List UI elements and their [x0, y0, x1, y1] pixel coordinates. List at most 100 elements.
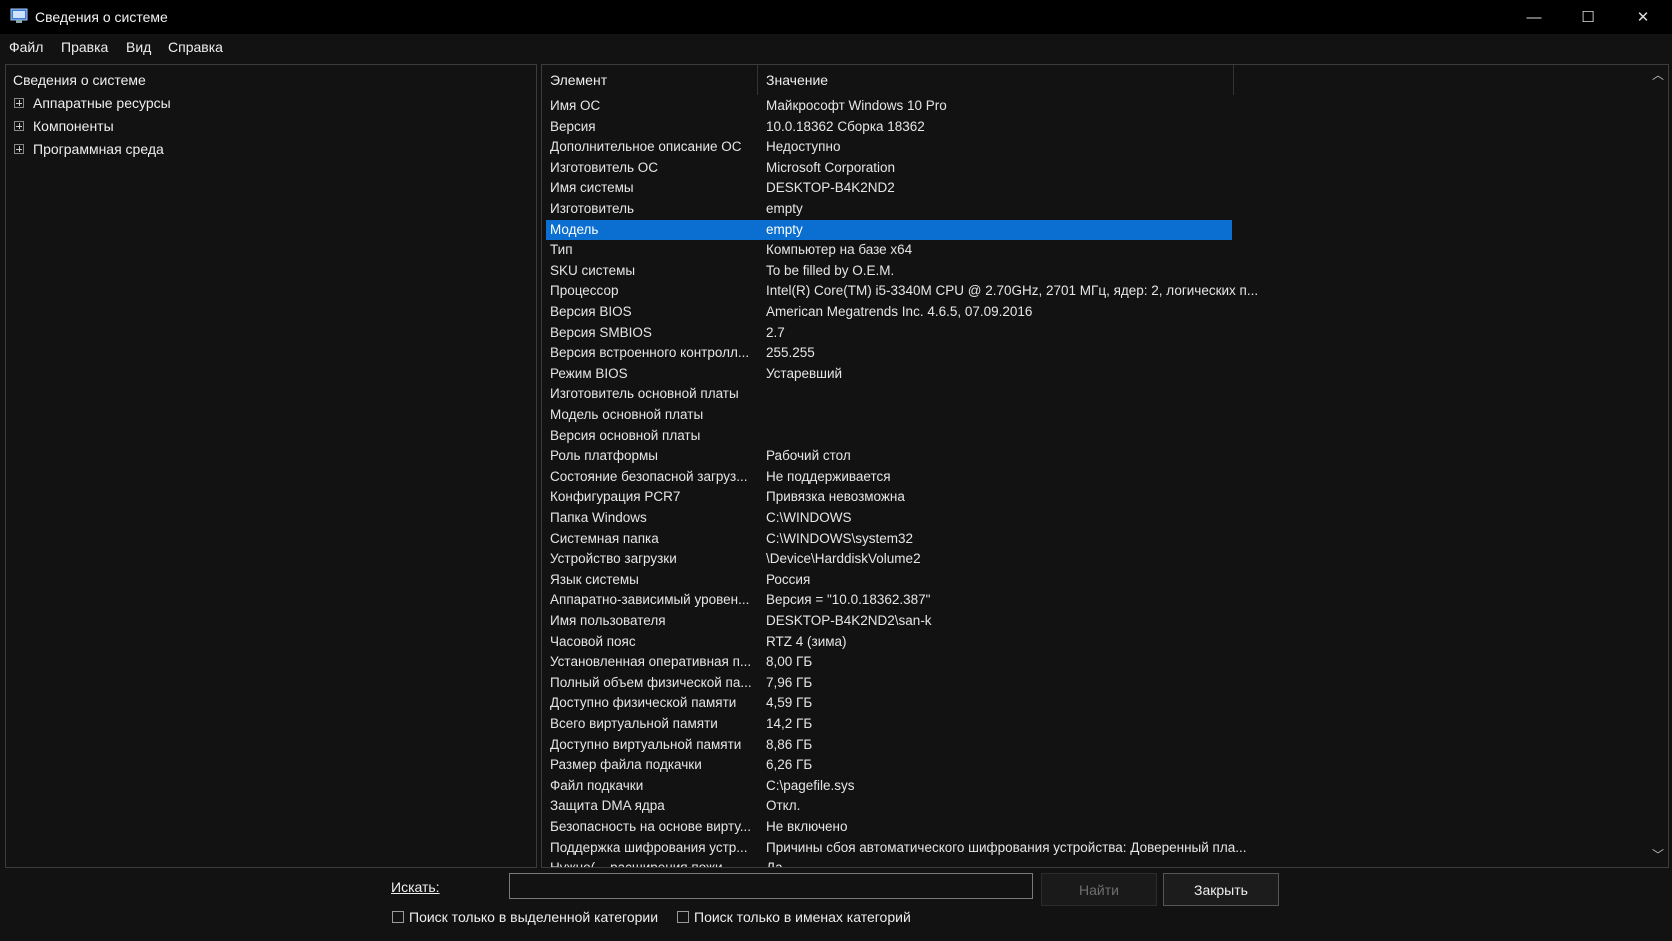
row-value: American Megatrends Inc. 4.6.5, 07.09.20…	[766, 304, 1033, 319]
table-row[interactable]: Версия SMBIOS 2.7	[546, 323, 1232, 343]
table-row[interactable]: Дополнительное описание ОС Недоступно	[546, 137, 1232, 157]
table-row[interactable]: Защита DMA ядра Откл.	[546, 796, 1232, 816]
menu-view[interactable]: Вид	[126, 39, 151, 55]
row-element: Версия BIOS	[550, 304, 632, 319]
tree-item-hardware-resources[interactable]: Аппаратные ресурсы	[14, 95, 171, 111]
row-value: 10.0.18362 Сборка 18362	[766, 118, 925, 134]
row-value: Intel(R) Core(TM) i5-3340M CPU @ 2.70GHz…	[766, 283, 1259, 299]
table-row[interactable]: Установленная оперативная п... 8,00 ГБ	[546, 652, 1232, 672]
close-window-button[interactable]: ✕	[1616, 0, 1670, 34]
table-row[interactable]: Нужно(... расширения пожи... Да	[546, 858, 1232, 868]
scroll-up-icon[interactable]: ︿	[1649, 67, 1667, 83]
minimize-button[interactable]: —	[1507, 0, 1561, 34]
table-row[interactable]: Доступно физической памяти 4,59 ГБ	[546, 693, 1232, 713]
row-value: Привязка невозможна	[766, 489, 905, 505]
row-value: Microsoft Corporation	[766, 159, 896, 175]
table-row[interactable]: Часовой пояс RTZ 4 (зима)	[546, 632, 1232, 652]
row-element: Аппаратно-зависимый уровен...	[550, 592, 750, 608]
row-element: Безопасность на основе вирту...	[550, 819, 751, 834]
row-element: Версия встроенного контролл...	[550, 345, 750, 361]
row-element: Версия основной платы	[550, 427, 701, 443]
row-value: 4,59 ГБ	[766, 695, 813, 711]
table-row[interactable]: Имя пользователя DESKTOP-B4K2ND2\san-k	[546, 611, 1232, 631]
expand-icon[interactable]	[14, 144, 24, 154]
table-row[interactable]: Версия BIOS American Megatrends Inc. 4.6.…	[546, 302, 1232, 322]
table-row[interactable]: Изготовитель empty	[546, 199, 1232, 219]
table-row[interactable]: Поддержка шифрования устр... Причины сбоя…	[546, 838, 1247, 858]
row-value: Не поддерживается	[766, 468, 891, 484]
table-row[interactable]: Изготовитель основной платы	[546, 384, 1232, 404]
expand-icon[interactable]	[14, 121, 24, 131]
table-row[interactable]: Версия 10.0.18362 Сборка 18362	[546, 117, 1232, 137]
tree-item-components[interactable]: Компоненты	[14, 118, 114, 134]
row-element: Часовой пояс	[550, 633, 636, 649]
tree-item-software-environment[interactable]: Программная среда	[14, 141, 164, 157]
row-value: Да	[766, 860, 783, 868]
search-selected-category-checkbox[interactable]: Поиск только в выделенной категории	[392, 909, 658, 925]
table-row[interactable]: Тип Компьютер на базе x64	[546, 240, 1232, 260]
table-row[interactable]: Режим BIOS Устаревший	[546, 364, 1232, 384]
table-row[interactable]: Роль платформы Рабочий стол	[546, 446, 1232, 466]
table-row[interactable]: Версия основной платы	[546, 426, 1232, 446]
row-element: Изготовитель	[550, 201, 634, 216]
table-row[interactable]: Язык системы Россия	[546, 570, 1232, 590]
expand-icon[interactable]	[14, 98, 24, 108]
row-element: Изготовитель основной платы	[550, 386, 739, 402]
table-row[interactable]: Полный объем физической па... 7,96 ГБ	[546, 673, 1232, 693]
row-element: Версия	[550, 118, 596, 134]
row-element: Состояние безопасной загруз...	[550, 468, 748, 484]
row-element: Конфигурация PCR7	[550, 489, 681, 505]
table-row[interactable]: Устройство загрузки \Device\HarddiskVolum…	[546, 549, 1232, 569]
table-row[interactable]: Имя системы DESKTOP-B4K2ND2	[546, 178, 1232, 198]
tree-root-system-summary[interactable]: Сведения о системе	[13, 72, 146, 88]
category-tree[interactable]: Сведения о системе Аппаратные ресурсы Ко…	[5, 64, 537, 868]
row-element: Размер файла подкачки	[550, 757, 702, 773]
menu-file[interactable]: Файл	[9, 39, 43, 55]
menu-bar: Файл Правка Вид Справка	[0, 34, 1672, 62]
table-row[interactable]: Изготовитель ОС Microsoft Corporation	[546, 158, 1232, 178]
table-row[interactable]: Папка Windows C:\WINDOWS	[546, 508, 1232, 528]
table-row[interactable]: Процессор Intel(R) Core(TM) i5-3340M CPU …	[546, 281, 1258, 301]
row-value: Не включено	[766, 819, 848, 834]
checkbox-label: Поиск только в именах категорий	[694, 909, 911, 925]
row-element: Изготовитель ОС	[550, 159, 658, 175]
close-button[interactable]: Закрыть	[1163, 873, 1279, 906]
row-value: Откл.	[766, 798, 801, 814]
checkbox-icon[interactable]	[677, 911, 689, 923]
checkbox-icon[interactable]	[392, 911, 404, 923]
row-element: Имя пользователя	[550, 613, 666, 628]
row-value: 8,86 ГБ	[766, 736, 813, 752]
table-row[interactable]: Всего виртуальной памяти 14,2 ГБ	[546, 714, 1232, 734]
table-row[interactable]: Доступно виртуальной памяти 8,86 ГБ	[546, 735, 1232, 755]
search-category-names-checkbox[interactable]: Поиск только в именах категорий	[677, 909, 911, 925]
table-row[interactable]: Безопасность на основе вирту... Не включе…	[546, 817, 1232, 837]
table-row[interactable]: Системная папка C:\WINDOWS\system32	[546, 529, 1232, 549]
title-bar: Сведения о системе — ☐ ✕	[0, 0, 1672, 34]
table-row[interactable]: Модель основной платы	[546, 405, 1232, 425]
table-row[interactable]: Аппаратно-зависимый уровен... Версия = "1…	[546, 590, 1232, 610]
table-row[interactable]: Состояние безопасной загруз... Не поддерж…	[546, 467, 1232, 487]
row-element: Имя системы	[550, 180, 634, 196]
row-element: Всего виртуальной памяти	[550, 716, 718, 731]
scroll-down-icon[interactable]: ﹀	[1649, 847, 1667, 863]
table-row[interactable]: Модель empty	[546, 219, 1232, 240]
details-list[interactable]: Элемент Значение Имя ОС Майкрософт Window…	[541, 64, 1669, 868]
table-row[interactable]: Имя ОС Майкрософт Windows 10 Pro	[546, 96, 1232, 116]
row-value: 8,00 ГБ	[766, 654, 813, 670]
menu-help[interactable]: Справка	[168, 39, 223, 55]
find-button[interactable]: Найти	[1041, 873, 1157, 906]
table-row[interactable]: SKU системы To be filled by O.E.M.	[546, 261, 1232, 281]
menu-edit[interactable]: Правка	[61, 39, 108, 55]
column-header-element[interactable]: Элемент	[542, 65, 758, 95]
column-header-value[interactable]: Значение	[758, 65, 1234, 95]
row-value: 7,96 ГБ	[766, 674, 813, 690]
table-row[interactable]: Файл подкачки C:\pagefile.sys	[546, 776, 1232, 796]
table-row[interactable]: Размер файла подкачки 6,26 ГБ	[546, 755, 1232, 775]
table-row[interactable]: Версия встроенного контролл... 255.255	[546, 343, 1232, 363]
search-input[interactable]	[509, 873, 1033, 899]
row-element: Системная папка	[550, 530, 659, 546]
row-element: Файл подкачки	[550, 777, 644, 793]
table-row[interactable]: Конфигурация PCR7 Привязка невозможна	[546, 487, 1232, 507]
maximize-button[interactable]: ☐	[1561, 0, 1615, 34]
minimize-icon: —	[1526, 8, 1542, 26]
